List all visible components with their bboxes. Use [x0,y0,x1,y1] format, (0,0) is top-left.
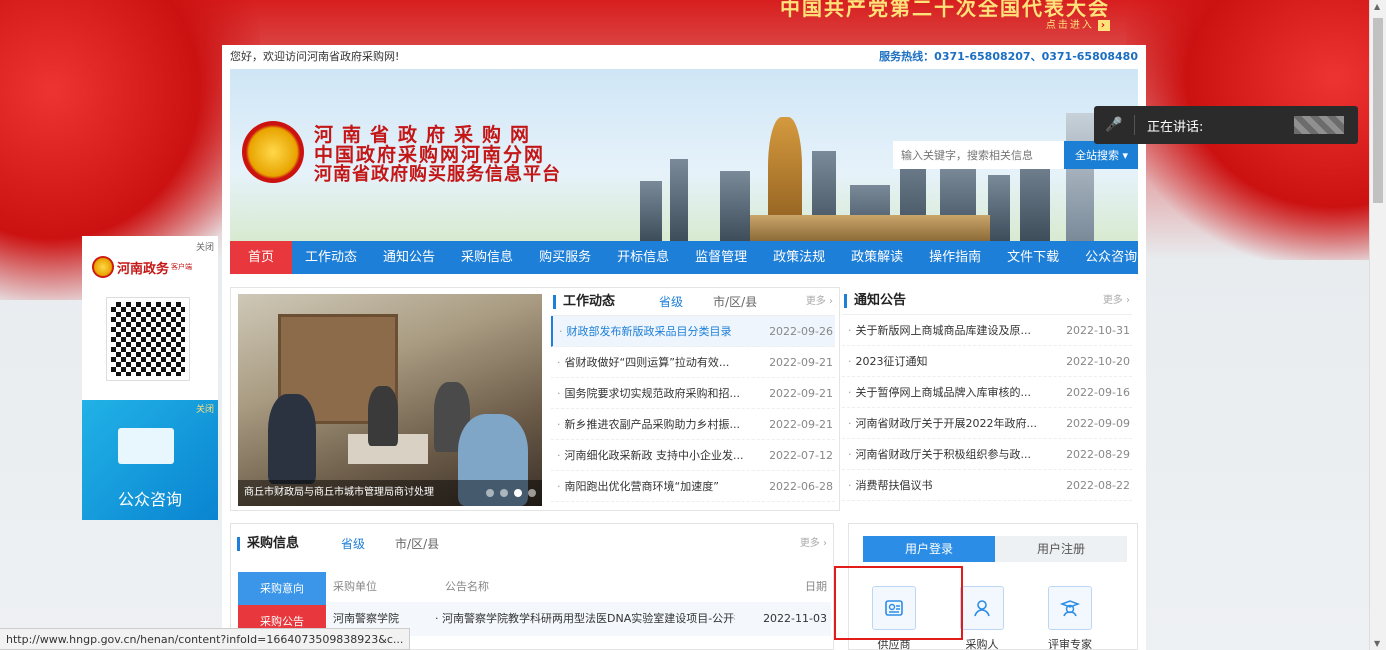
site-title-line1: 河南省政府采购网 [314,124,539,146]
notices-title: 通知公告 [854,292,907,308]
work-news-more-link[interactable]: 更多 › [806,288,833,316]
site-title: 河南省政府采购网 中国政府采购网河南分网 河南省政府购买服务信息平台 [314,125,561,185]
welcome-bar: 您好，欢迎访问河南省政府采购网! 服务热线：0371-65808207、0371… [222,45,1146,69]
tab-user-register[interactable]: 用户注册 [995,536,1127,562]
ad-close-button[interactable]: 关闭 [196,240,214,253]
list-item[interactable]: 河南省财政厅关于积极组织参与政...2022-08-29 [842,439,1132,470]
search-bar: 全站搜索 ▾ [893,141,1138,169]
list-item[interactable]: 南阳跑出优化营商环境“加速度”2022-06-28 [551,471,835,502]
role-review-expert[interactable]: 评审专家 [1039,586,1101,650]
main-nav: 首页 工作动态 通知公告 采购信息 购买服务 开标信息 监督管理 政策法规 政策… [230,241,1138,274]
welcome-text: 您好，欢迎访问河南省政府采购网! [230,50,400,63]
list-item[interactable]: 关于新版网上商城商品库建设及原...2022-10-31 [842,315,1132,346]
notices-header: 通知公告 更多 › [842,287,1132,315]
carousel-photo[interactable]: 商丘市财政局与商丘市城市管理局商讨处理 [238,294,542,506]
computer-icon [118,428,174,464]
notices-panel: 通知公告 更多 › 关于新版网上商城商品库建设及原...2022-10-31 2… [842,287,1132,511]
party-congress-banner[interactable]: 中国共产党第二十次全国代表大会 点击进入 › [780,0,1110,31]
work-news-tab-city[interactable]: 市/区/县 [713,288,757,316]
nav-bid-opening[interactable]: 开标信息 [604,241,682,274]
list-item[interactable]: 2023征订通知2022-10-20 [842,346,1132,377]
public-consultation-banner[interactable]: 关闭 公众咨询 [82,400,218,520]
list-item[interactable]: 消费帮扶倡议书2022-08-22 [842,470,1132,501]
scroll-down-arrow-icon[interactable]: ▼ [1374,639,1380,648]
purchase-info-title: 采购信息 [247,536,300,551]
work-news-panel: 工作动态 省级 市/区/县 更多 › 财政部发布新版政采品目分类目录2022-0… [551,288,835,512]
scrollbar-thumb[interactable] [1373,18,1383,203]
service-hotline: 服务热线：0371-65808207、0371-65808480 [879,50,1138,63]
nav-home[interactable]: 首页 [230,241,293,274]
page-scrollbar[interactable]: ▲ ▼ [1369,0,1386,650]
work-news-header: 工作动态 省级 市/区/县 更多 › [551,288,835,316]
nav-supervision[interactable]: 监督管理 [682,241,760,274]
muted-mic-icon: 🎤 [1105,117,1123,133]
site-title-line3: 河南省政府购买服务信息平台 [314,164,561,185]
purchase-table: 采购单位 公告名称 日期 河南警察学院 · 河南警察学院教学科研两用型法医DNA… [327,572,831,636]
emblem-icon [92,256,114,278]
speaker-avatar [1294,116,1344,134]
list-item[interactable]: 河南省财政厅关于开展2022年政府...2022-09-09 [842,408,1132,439]
notices-more-link[interactable]: 更多 › [1103,287,1130,315]
news-carousel-section: 商丘市财政局与商丘市城市管理局商讨处理 工作动态 省级 市/区/县 更多 › 财… [230,287,840,511]
main-page: 您好，欢迎访问河南省政府采购网! 服务热线：0371-65808207、0371… [222,45,1146,650]
list-item[interactable]: 河南细化政采新政 支持中小企业发...2022-07-12 [551,440,835,471]
henan-gov-app-logo: 河南政务 客户端 [92,254,210,280]
site-search-button[interactable]: 全站搜索 ▾ [1064,141,1138,169]
scroll-up-arrow-icon[interactable]: ▲ [1374,2,1380,11]
nav-purchase-services[interactable]: 购买服务 [526,241,604,274]
carousel-dot[interactable] [486,489,494,497]
banner-enter-link[interactable]: 点击进入 › [1046,16,1110,31]
tab-purchase-intention[interactable]: 采购意向 [238,572,326,605]
speaking-label: 正在讲话: [1147,119,1204,135]
nav-policy-interpretation[interactable]: 政策解读 [838,241,916,274]
supplier-highlight-box [834,566,963,640]
nav-purchase-info[interactable]: 采购信息 [448,241,526,274]
carousel-dots [486,489,536,497]
national-emblem-icon [242,121,304,183]
carousel-dot-active[interactable] [514,489,522,497]
tab-user-login[interactable]: 用户登录 [863,536,995,562]
work-news-tab-provincial[interactable]: 省级 [659,288,683,316]
nav-work-news[interactable]: 工作动态 [292,241,370,274]
city-skyline-illustration [600,109,1120,241]
purchase-tab-provincial[interactable]: 省级 [341,524,365,564]
list-item[interactable]: 财政部发布新版政采品目分类目录2022-09-26 [551,316,835,347]
consult-close-button[interactable]: 关闭 [196,402,214,415]
table-header: 采购单位 公告名称 日期 [333,580,827,593]
nav-downloads[interactable]: 文件下载 [994,241,1072,274]
purchase-more-link[interactable]: 更多 › [800,524,827,564]
browser-status-bar: http://www.hngp.gov.cn/henan/content?inf… [0,628,411,650]
floating-ad: 关闭 河南政务 客户端 关闭 公众咨询 [82,236,218,520]
login-tabs: 用户登录 用户注册 [863,536,1127,562]
consult-label: 公众咨询 [117,490,182,509]
site-header: 河南省政府采购网 中国政府采购网河南分网 河南省政府购买服务信息平台 全站搜索 … [230,69,1138,241]
list-item[interactable]: 关于暂停网上商城品牌入库审核的...2022-09-16 [842,377,1132,408]
list-item[interactable]: 新乡推进农副产品采购助力乡村振...2022-09-21 [551,409,835,440]
purchase-tab-city[interactable]: 市/区/县 [395,524,439,564]
work-news-title: 工作动态 [563,293,616,309]
nav-regulations[interactable]: 政策法规 [760,241,838,274]
nav-public-consultation[interactable]: 公众咨询 [1072,241,1150,274]
list-item[interactable]: 国务院要求切实规范政府采购和招...2022-09-21 [551,378,835,409]
list-item[interactable]: 省财政做好“四则运算”拉动有效...2022-09-21 [551,347,835,378]
nav-notices[interactable]: 通知公告 [370,241,448,274]
expert-icon [1048,586,1092,630]
nav-guide[interactable]: 操作指南 [916,241,994,274]
purchaser-icon [960,586,1004,630]
carousel-dot[interactable] [500,489,508,497]
speaking-indicator: 🎤 正在讲话: [1094,106,1358,144]
purchase-info-header: 采购信息 省级 市/区/县 更多 › [231,524,833,564]
qr-code [106,297,190,381]
site-title-line2: 中国政府采购网河南分网 [314,144,546,166]
carousel-dot[interactable] [528,489,536,497]
search-input[interactable] [893,141,1064,169]
